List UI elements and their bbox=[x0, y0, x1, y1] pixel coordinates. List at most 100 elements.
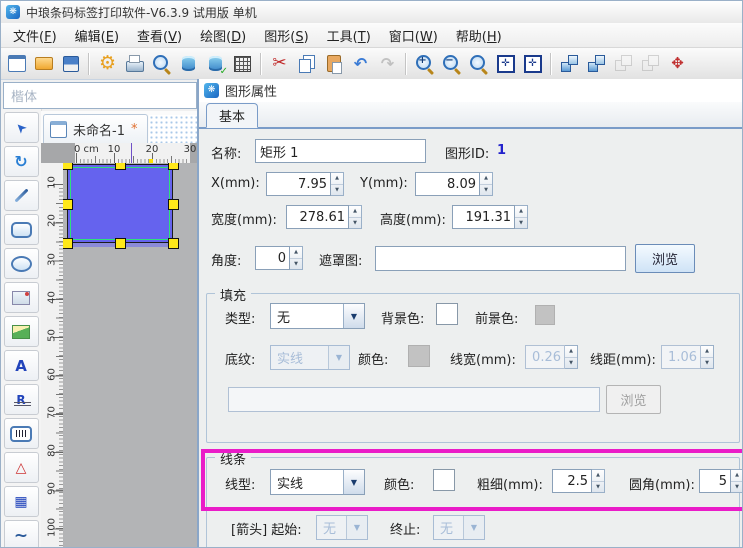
thickness-label: 粗细(mm): bbox=[477, 478, 543, 493]
spinner-buttons[interactable]: ▲ ▼ bbox=[290, 246, 303, 270]
mask-input[interactable] bbox=[375, 246, 626, 271]
browse-label: 浏览 bbox=[620, 394, 647, 409]
new-document-icon[interactable] bbox=[3, 51, 30, 77]
zoom-fit-icon[interactable]: ✛ bbox=[492, 51, 519, 77]
save-icon[interactable] bbox=[57, 51, 84, 77]
spinner-buttons[interactable]: ▲ ▼ bbox=[331, 172, 344, 196]
polygon-tool[interactable]: △ bbox=[3, 452, 39, 483]
selection-handle[interactable] bbox=[63, 163, 73, 170]
database-icon[interactable] bbox=[175, 51, 202, 77]
spinner-buttons[interactable]: ▲ ▼ bbox=[592, 469, 605, 493]
arrow-start-label: [箭头] 起始: bbox=[231, 523, 302, 538]
spinner-buttons[interactable]: ▲ ▼ bbox=[515, 205, 528, 229]
y-label: Y(mm): bbox=[360, 176, 408, 191]
bg-color-swatch[interactable] bbox=[436, 303, 458, 325]
x-spinner[interactable]: 7.95 ▲ ▼ bbox=[266, 172, 344, 196]
zoom-out-icon[interactable]: − bbox=[438, 51, 465, 77]
selection-handle[interactable] bbox=[168, 198, 179, 210]
x-value: 7.95 bbox=[266, 172, 331, 196]
menu-item-s[interactable]: 图形(S) bbox=[256, 24, 316, 47]
bring-forward-icon[interactable] bbox=[583, 51, 610, 77]
spinner-buttons[interactable]: ▲ ▼ bbox=[349, 205, 362, 229]
settings-icon[interactable]: ⚙ bbox=[94, 51, 121, 77]
vruler-label: 40 bbox=[46, 291, 58, 304]
database-check-icon[interactable] bbox=[202, 51, 229, 77]
selection-handle[interactable] bbox=[115, 163, 126, 170]
pattern-value: 实线 bbox=[277, 352, 304, 367]
selection-handle[interactable] bbox=[115, 238, 126, 249]
print-icon[interactable] bbox=[121, 51, 148, 77]
menu-item-e[interactable]: 编辑(E) bbox=[67, 24, 127, 47]
qrcode-tool[interactable]: ▦ bbox=[3, 486, 39, 517]
selection-handle[interactable] bbox=[168, 163, 179, 170]
name-input[interactable]: 矩形 1 bbox=[255, 139, 426, 163]
paste-icon[interactable] bbox=[320, 51, 347, 77]
angle-label: 角度: bbox=[211, 254, 242, 269]
height-spinner[interactable]: 191.31 ▲ ▼ bbox=[452, 205, 528, 229]
font-family-combo[interactable]: 楷体 bbox=[3, 82, 197, 109]
fill-type-value: 无 bbox=[277, 310, 291, 326]
menu-item-t[interactable]: 工具(T) bbox=[319, 24, 379, 47]
ellipse-tool[interactable] bbox=[3, 248, 39, 279]
thickness-spinner[interactable]: 2.5 ▲ ▼ bbox=[552, 469, 605, 493]
line-type-combo[interactable]: 实线 ▼ bbox=[270, 469, 365, 495]
zoom-in-icon[interactable]: + bbox=[411, 51, 438, 77]
document-tab[interactable]: 未命名-1 * bbox=[43, 114, 149, 143]
line-color-swatch[interactable] bbox=[433, 469, 455, 491]
chevron-down-icon[interactable]: ▼ bbox=[343, 304, 364, 328]
linewidth-value: 0.26 bbox=[525, 345, 565, 369]
cut-icon[interactable]: ✂ bbox=[266, 51, 293, 77]
image-tool[interactable] bbox=[3, 282, 39, 313]
menu-item-w[interactable]: 窗口(W) bbox=[381, 24, 446, 47]
barcode-tool[interactable] bbox=[3, 418, 39, 449]
copy-icon[interactable] bbox=[293, 51, 320, 77]
selection-handle[interactable] bbox=[63, 198, 73, 210]
width-spinner[interactable]: 278.61 ▲ ▼ bbox=[286, 205, 362, 229]
send-backward-icon[interactable] bbox=[556, 51, 583, 77]
rounded-rect-tool[interactable] bbox=[3, 214, 39, 245]
linegap-label: 线距(mm): bbox=[590, 353, 656, 368]
align-icon[interactable]: ✥ bbox=[664, 51, 691, 77]
height-label: 高度(mm): bbox=[380, 213, 446, 228]
picture-tool[interactable] bbox=[3, 316, 39, 347]
curve-tool[interactable]: ~ bbox=[3, 520, 39, 547]
text-tool[interactable]: A bbox=[3, 350, 39, 381]
mask-browse-button[interactable]: 浏览 bbox=[635, 244, 695, 273]
line-tool[interactable] bbox=[3, 180, 39, 211]
selected-rectangle-shape[interactable] bbox=[67, 164, 173, 243]
corner-radius-spinner[interactable]: 5 ▲ ▼ bbox=[699, 469, 742, 493]
menu-item-h[interactable]: 帮助(H) bbox=[448, 24, 510, 47]
undo-icon[interactable]: ↶ bbox=[347, 51, 374, 77]
ruler-corner bbox=[41, 143, 63, 163]
rotate-tool[interactable]: ↻ bbox=[3, 146, 39, 177]
selection-handle[interactable] bbox=[63, 238, 73, 249]
fg-color-swatch[interactable] bbox=[535, 305, 555, 325]
rich-text-tool[interactable]: R bbox=[3, 384, 39, 415]
document-icon bbox=[50, 120, 67, 138]
select-tool[interactable]: ➤ bbox=[3, 112, 39, 143]
line-color-label: 颜色: bbox=[384, 478, 415, 493]
zoom-selection-icon[interactable]: ✛ bbox=[519, 51, 546, 77]
grid-icon[interactable] bbox=[229, 51, 256, 77]
pattern-combo: 实线 ▼ bbox=[270, 345, 350, 370]
print-preview-icon[interactable] bbox=[148, 51, 175, 77]
shape-id-label: 图形ID: bbox=[445, 147, 490, 162]
angle-spinner[interactable]: 0 ▲ ▼ bbox=[255, 246, 303, 270]
spinner-buttons[interactable]: ▲ ▼ bbox=[480, 172, 493, 196]
tab-basic[interactable]: 基本 bbox=[206, 103, 259, 128]
vruler-label: 50 bbox=[46, 329, 58, 343]
y-spinner[interactable]: 8.09 ▲ ▼ bbox=[415, 172, 493, 196]
menu-item-f[interactable]: 文件(F) bbox=[5, 24, 65, 47]
fill-browse-button: 浏览 bbox=[606, 385, 661, 414]
polygon-tool-glyph: △ bbox=[15, 459, 27, 476]
fill-type-combo[interactable]: 无 ▼ bbox=[270, 303, 365, 329]
chevron-down-icon[interactable]: ▼ bbox=[343, 470, 364, 494]
menu-item-d[interactable]: 绘图(D) bbox=[192, 24, 254, 47]
zoom-icon[interactable] bbox=[465, 51, 492, 77]
menu-item-v[interactable]: 查看(V) bbox=[129, 24, 190, 47]
open-icon[interactable] bbox=[30, 51, 57, 77]
hruler-label: 20 bbox=[145, 144, 159, 155]
spinner-buttons[interactable]: ▲ ▼ bbox=[731, 469, 742, 493]
curve-tool-glyph: ~ bbox=[13, 525, 29, 546]
selection-handle[interactable] bbox=[168, 238, 179, 249]
